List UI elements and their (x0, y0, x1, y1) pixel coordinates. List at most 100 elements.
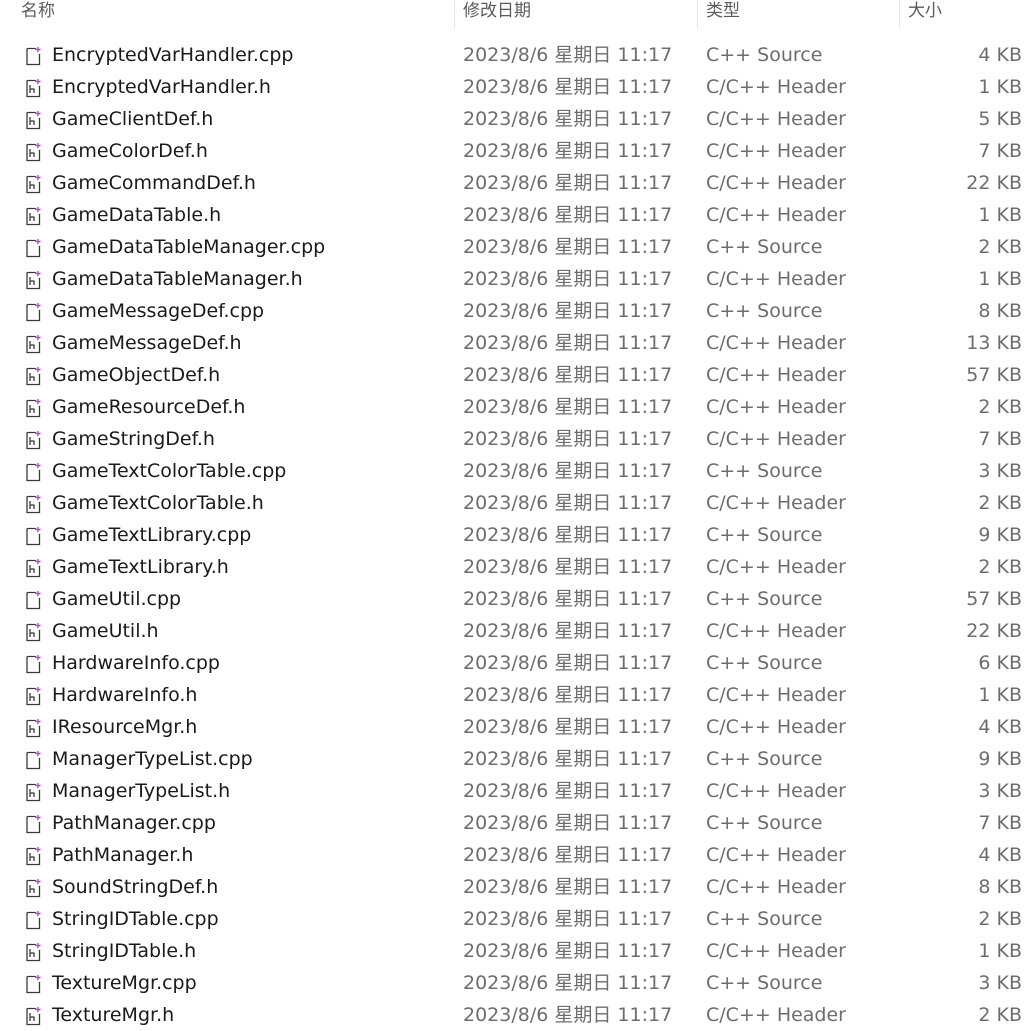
file-type: C++ Source (706, 460, 823, 482)
file-row[interactable]: EncryptedVarHandler.cpp 2023/8/6 星期日 11:1… (0, 39, 1031, 71)
file-name[interactable]: GameColorDef.h (52, 135, 208, 167)
file-row[interactable]: GameDataTableManager.cpp 2023/8/6 星期日 11:… (0, 231, 1031, 263)
file-row[interactable]: GameTextColorTable.h 2023/8/6 星期日 11:17 C/… (0, 487, 1031, 519)
file-type: C++ Source (706, 972, 823, 994)
cpp-file-icon (24, 238, 44, 258)
file-row[interactable]: HardwareInfo.cpp 2023/8/6 星期日 11:17 C++ So… (0, 647, 1031, 679)
file-row[interactable]: TextureMgr.h 2023/8/6 星期日 11:17 C/C++ Head… (0, 999, 1031, 1031)
column-header-name[interactable]: 名称 (21, 0, 55, 32)
file-modified-date: 2023/8/6 星期日 11:17 (463, 716, 673, 738)
file-name[interactable]: GameTextColorTable.cpp (52, 455, 286, 487)
cpp-file-icon (24, 46, 44, 66)
file-name[interactable]: GameTextLibrary.cpp (52, 519, 251, 551)
file-row[interactable]: ManagerTypeList.cpp 2023/8/6 星期日 11:17 C++… (0, 743, 1031, 775)
file-row[interactable]: GameObjectDef.h 2023/8/6 星期日 11:17 C/C++ H… (0, 359, 1031, 391)
file-row[interactable]: GameColorDef.h 2023/8/6 星期日 11:17 C/C++ He… (0, 135, 1031, 167)
file-size: 13 KB (966, 332, 1022, 354)
file-modified-date: 2023/8/6 星期日 11:17 (463, 364, 673, 386)
file-name[interactable]: GameUtil.cpp (52, 583, 181, 615)
file-row[interactable]: GameMessageDef.h 2023/8/6 星期日 11:17 C/C++ … (0, 327, 1031, 359)
file-name[interactable]: StringIDTable.cpp (52, 903, 219, 935)
file-type: C/C++ Header (706, 620, 846, 642)
file-name[interactable]: StringIDTable.h (52, 935, 196, 967)
file-row[interactable]: StringIDTable.h 2023/8/6 星期日 11:17 C/C++ H… (0, 935, 1031, 967)
file-modified-date: 2023/8/6 星期日 11:17 (463, 940, 673, 962)
file-name[interactable]: IResourceMgr.h (52, 711, 197, 743)
file-name[interactable]: GameDataTable.h (52, 199, 221, 231)
file-name[interactable]: GameDataTableManager.h (52, 263, 303, 295)
file-row[interactable]: GameDataTableManager.h 2023/8/6 星期日 11:17… (0, 263, 1031, 295)
file-size: 7 KB (978, 812, 1022, 834)
file-row[interactable]: GameStringDef.h 2023/8/6 星期日 11:17 C/C++ H… (0, 423, 1031, 455)
file-name[interactable]: GameResourceDef.h (52, 391, 245, 423)
file-name[interactable]: EncryptedVarHandler.cpp (52, 39, 293, 71)
file-row[interactable]: StringIDTable.cpp 2023/8/6 星期日 11:17 C++ S… (0, 903, 1031, 935)
file-name[interactable]: GameDataTableManager.cpp (52, 231, 325, 263)
file-row[interactable]: EncryptedVarHandler.h 2023/8/6 星期日 11:17 C… (0, 71, 1031, 103)
column-header-size[interactable]: 大小 (908, 0, 942, 32)
file-row[interactable]: GameDataTable.h 2023/8/6 星期日 11:17 C/C++ H… (0, 199, 1031, 231)
header-file-icon (24, 78, 44, 98)
file-name[interactable]: GameClientDef.h (52, 103, 213, 135)
file-size: 2 KB (978, 236, 1022, 258)
file-row[interactable]: PathManager.cpp 2023/8/6 星期日 11:17 C++ Sou… (0, 807, 1031, 839)
file-modified-date: 2023/8/6 星期日 11:17 (463, 1004, 673, 1026)
file-name[interactable]: ManagerTypeList.h (52, 775, 230, 807)
column-divider[interactable] (454, 0, 455, 28)
file-row[interactable]: GameUtil.h 2023/8/6 星期日 11:17 C/C++ Header… (0, 615, 1031, 647)
file-name[interactable]: GameMessageDef.h (52, 327, 242, 359)
file-type: C/C++ Header (706, 844, 846, 866)
file-name[interactable]: PathManager.h (52, 839, 193, 871)
file-name[interactable]: GameObjectDef.h (52, 359, 220, 391)
file-name[interactable]: EncryptedVarHandler.h (52, 71, 271, 103)
file-name[interactable]: HardwareInfo.h (52, 679, 197, 711)
file-size: 1 KB (978, 76, 1022, 98)
file-name[interactable]: GameMessageDef.cpp (52, 295, 264, 327)
file-row[interactable]: GameTextLibrary.h 2023/8/6 星期日 11:17 C/C++… (0, 551, 1031, 583)
file-name[interactable]: GameTextLibrary.h (52, 551, 229, 583)
file-type: C/C++ Header (706, 684, 846, 706)
file-type: C++ Source (706, 300, 823, 322)
column-divider[interactable] (899, 0, 900, 28)
file-row[interactable]: GameTextColorTable.cpp 2023/8/6 星期日 11:17… (0, 455, 1031, 487)
file-row[interactable]: PathManager.h 2023/8/6 星期日 11:17 C/C++ Hea… (0, 839, 1031, 871)
column-header-date[interactable]: 修改日期 (463, 0, 531, 32)
file-row[interactable]: TextureMgr.cpp 2023/8/6 星期日 11:17 C++ Sour… (0, 967, 1031, 999)
file-name[interactable]: GameTextColorTable.h (52, 487, 264, 519)
file-size: 1 KB (978, 684, 1022, 706)
file-row[interactable]: GameCommandDef.h 2023/8/6 星期日 11:17 C/C++ … (0, 167, 1031, 199)
file-name[interactable]: TextureMgr.h (52, 999, 174, 1031)
cpp-file-icon (24, 526, 44, 546)
file-row[interactable]: ManagerTypeList.h 2023/8/6 星期日 11:17 C/C++… (0, 775, 1031, 807)
file-size: 5 KB (978, 108, 1022, 130)
header-file-icon (24, 174, 44, 194)
file-row[interactable]: SoundStringDef.h 2023/8/6 星期日 11:17 C/C++ … (0, 871, 1031, 903)
column-divider[interactable] (697, 0, 698, 28)
file-row[interactable]: GameTextLibrary.cpp 2023/8/6 星期日 11:17 C++… (0, 519, 1031, 551)
file-name[interactable]: PathManager.cpp (52, 807, 216, 839)
column-header-type[interactable]: 类型 (706, 0, 740, 32)
file-row[interactable]: GameClientDef.h 2023/8/6 星期日 11:17 C/C++ H… (0, 103, 1031, 135)
file-modified-date: 2023/8/6 星期日 11:17 (463, 428, 673, 450)
file-name[interactable]: TextureMgr.cpp (52, 967, 197, 999)
file-modified-date: 2023/8/6 星期日 11:17 (463, 812, 673, 834)
file-size: 57 KB (966, 364, 1022, 386)
file-name[interactable]: HardwareInfo.cpp (52, 647, 220, 679)
file-row[interactable]: GameUtil.cpp 2023/8/6 星期日 11:17 C++ Source… (0, 583, 1031, 615)
file-name[interactable]: GameStringDef.h (52, 423, 215, 455)
file-type: C/C++ Header (706, 108, 846, 130)
file-type: C/C++ Header (706, 364, 846, 386)
file-type: C/C++ Header (706, 172, 846, 194)
file-modified-date: 2023/8/6 星期日 11:17 (463, 876, 673, 898)
file-modified-date: 2023/8/6 星期日 11:17 (463, 620, 673, 642)
file-row[interactable]: IResourceMgr.h 2023/8/6 星期日 11:17 C/C++ He… (0, 711, 1031, 743)
file-name[interactable]: SoundStringDef.h (52, 871, 218, 903)
file-name[interactable]: ManagerTypeList.cpp (52, 743, 253, 775)
file-row[interactable]: GameResourceDef.h 2023/8/6 星期日 11:17 C/C++… (0, 391, 1031, 423)
file-name[interactable]: GameCommandDef.h (52, 167, 256, 199)
file-type: C/C++ Header (706, 76, 846, 98)
file-name[interactable]: GameUtil.h (52, 615, 159, 647)
file-row[interactable]: HardwareInfo.h 2023/8/6 星期日 11:17 C/C++ He… (0, 679, 1031, 711)
file-row[interactable]: GameMessageDef.cpp 2023/8/6 星期日 11:17 C++ … (0, 295, 1031, 327)
file-size: 2 KB (978, 396, 1022, 418)
